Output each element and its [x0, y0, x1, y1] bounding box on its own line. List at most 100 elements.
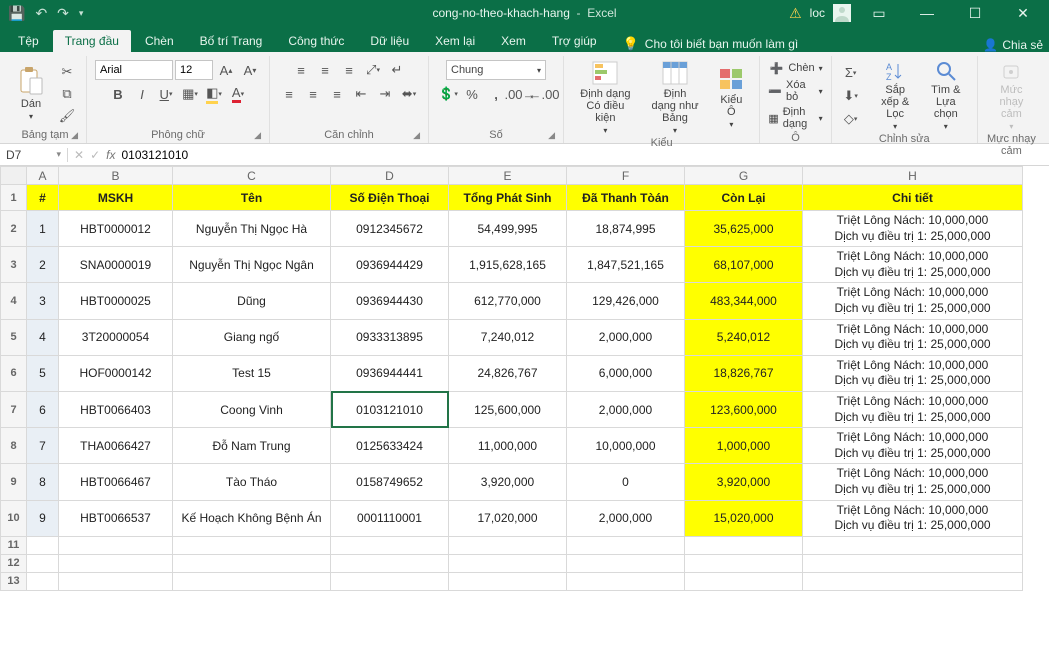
align-center-icon[interactable]: ≡ [302, 84, 324, 104]
cell[interactable]: 18,826,767 [685, 355, 803, 391]
cell[interactable]: Test 15 [173, 355, 331, 391]
cell[interactable]: 10,000,000 [567, 428, 685, 464]
increase-font-icon[interactable]: A▴ [215, 60, 237, 80]
sort-filter-button[interactable]: AZ Sắp xếp & Lọc▾ [874, 60, 917, 131]
cell[interactable]: 0125633424 [331, 428, 449, 464]
cell[interactable]: 1,847,521,165 [567, 247, 685, 283]
table-row[interactable]: 76HBT0066403Coong Vinh0103121010125,600,… [1, 391, 1023, 427]
column-header-A[interactable]: A [27, 167, 59, 185]
cell[interactable]: 8 [27, 464, 59, 500]
row-header-11[interactable]: 11 [1, 536, 27, 554]
cell[interactable] [685, 572, 803, 590]
close-button[interactable]: ✕ [1003, 5, 1043, 22]
cell[interactable] [59, 536, 173, 554]
wrap-text-icon[interactable]: ↵ [386, 60, 408, 80]
maximize-button[interactable]: ☐ [955, 5, 995, 22]
cell[interactable]: Kế Hoạch Không Bệnh Án [173, 500, 331, 536]
header-cell[interactable]: Số Điện Thoại [331, 185, 449, 211]
cell[interactable]: THA0066427 [59, 428, 173, 464]
cell[interactable] [803, 572, 1023, 590]
cell[interactable]: 125,600,000 [449, 391, 567, 427]
header-cell[interactable]: Đã Thanh Tòán [567, 185, 685, 211]
copy-button[interactable]: ⧉ [56, 84, 78, 104]
autosum-icon[interactable]: Σ ▾ [840, 63, 862, 83]
cell[interactable]: HBT0066537 [59, 500, 173, 536]
table-row[interactable]: 543T20000054Giang ngố09333138957,240,012… [1, 319, 1023, 355]
column-header-F[interactable]: F [567, 167, 685, 185]
cell[interactable]: Triệt Lông Nách: 10,000,000Dịch vụ điều … [803, 500, 1023, 536]
worksheet-area[interactable]: ABCDEFGH1#MSKHTênSố Điện ThoạiTổng Phát … [0, 166, 1049, 645]
table-row[interactable]: 87THA0066427Đỗ Nam Trung012563342411,000… [1, 428, 1023, 464]
cell[interactable]: Coong Vinh [173, 391, 331, 427]
table-row[interactable]: 65HOF0000142Test 15093694444124,826,7676… [1, 355, 1023, 391]
format-as-table-button[interactable]: Định dạng như Bảng▾ [645, 60, 706, 135]
tab-tệp[interactable]: Tệp [6, 30, 51, 52]
cell[interactable]: HBT0000012 [59, 211, 173, 247]
font-size-combo[interactable] [175, 60, 213, 80]
table-row[interactable]: 32SNA0000019Nguyễn Thị Ngọc Ngân09369444… [1, 247, 1023, 283]
name-box[interactable]: D7▾ [0, 148, 68, 162]
cell[interactable]: 35,625,000 [685, 211, 803, 247]
number-format-combo[interactable]: Chung▾ [446, 60, 546, 80]
row-header-2[interactable]: 2 [1, 211, 27, 247]
cell[interactable]: 2,000,000 [567, 500, 685, 536]
cell[interactable] [331, 554, 449, 572]
tab-xem[interactable]: Xem [489, 30, 538, 52]
cell[interactable]: 5 [27, 355, 59, 391]
cell[interactable]: Triệt Lông Nách: 10,000,000Dịch vụ điều … [803, 211, 1023, 247]
cell[interactable] [803, 554, 1023, 572]
undo-icon[interactable]: ↶ [35, 5, 47, 22]
underline-button[interactable]: U ▾ [155, 84, 177, 104]
minimize-button[interactable]: — [907, 5, 947, 21]
cell[interactable]: 24,826,767 [449, 355, 567, 391]
cell[interactable] [173, 554, 331, 572]
cell[interactable] [567, 536, 685, 554]
clear-icon[interactable]: ◇ ▾ [840, 109, 862, 129]
table-row[interactable]: 109HBT0066537Kế Hoạch Không Bệnh Án00011… [1, 500, 1023, 536]
orientation-icon[interactable]: ⤢▾ [362, 60, 384, 80]
cell[interactable]: 18,874,995 [567, 211, 685, 247]
cell[interactable]: Đỗ Nam Trung [173, 428, 331, 464]
cell[interactable] [173, 572, 331, 590]
cell[interactable]: 0 [567, 464, 685, 500]
align-left-icon[interactable]: ≡ [278, 84, 300, 104]
border-button[interactable]: ▦ ▾ [179, 84, 201, 104]
header-cell[interactable]: Tổng Phát Sinh [449, 185, 567, 211]
cell[interactable]: 7,240,012 [449, 319, 567, 355]
insert-cells-button[interactable]: ➕Chèn ▾ [768, 60, 822, 76]
merge-center-icon[interactable]: ⬌▾ [398, 84, 420, 104]
increase-indent-icon[interactable]: ⇥ [374, 84, 396, 104]
tab-xem-lại[interactable]: Xem lại [423, 30, 487, 52]
italic-button[interactable]: I [131, 84, 153, 104]
cell[interactable] [685, 536, 803, 554]
tell-me-search[interactable]: 💡Cho tôi biết bạn muốn làm gì [623, 36, 799, 52]
header-cell[interactable]: Còn Lại [685, 185, 803, 211]
cell[interactable]: 3,920,000 [449, 464, 567, 500]
tab-trợ-giúp[interactable]: Trợ giúp [540, 30, 609, 52]
column-header-D[interactable]: D [331, 167, 449, 185]
alignment-launcher[interactable]: ◢ [413, 130, 420, 141]
conditional-formatting-button[interactable]: Định dạng Có điều kiện▾ [572, 60, 639, 135]
decrease-decimal-icon[interactable]: ←.00 [533, 84, 555, 104]
cell[interactable]: 54,499,995 [449, 211, 567, 247]
cell[interactable]: 17,020,000 [449, 500, 567, 536]
cell[interactable]: Triệt Lông Nách: 10,000,000Dịch vụ điều … [803, 428, 1023, 464]
cell-styles-button[interactable]: Kiểu Ô▾ [711, 66, 751, 129]
chevron-down-icon[interactable]: ▾ [56, 149, 61, 160]
row-header-10[interactable]: 10 [1, 500, 27, 536]
cell[interactable]: 2 [27, 247, 59, 283]
cell[interactable]: 1,915,628,165 [449, 247, 567, 283]
decrease-indent-icon[interactable]: ⇤ [350, 84, 372, 104]
cell[interactable] [803, 536, 1023, 554]
cell[interactable] [27, 572, 59, 590]
fill-icon[interactable]: ⬇ ▾ [840, 86, 862, 106]
align-top-icon[interactable]: ≡ [290, 60, 312, 80]
cell[interactable]: 0936944429 [331, 247, 449, 283]
tab-trang-đầu[interactable]: Trang đầu [53, 30, 131, 52]
format-cells-button[interactable]: ▦Định dạng ▾ [768, 106, 822, 130]
redo-icon[interactable]: ↷ [57, 5, 69, 22]
cell[interactable]: 0936944430 [331, 283, 449, 319]
delete-cells-button[interactable]: ➖Xóa bỏ ▾ [768, 79, 822, 103]
cell[interactable] [59, 572, 173, 590]
cell[interactable]: 0001110001 [331, 500, 449, 536]
